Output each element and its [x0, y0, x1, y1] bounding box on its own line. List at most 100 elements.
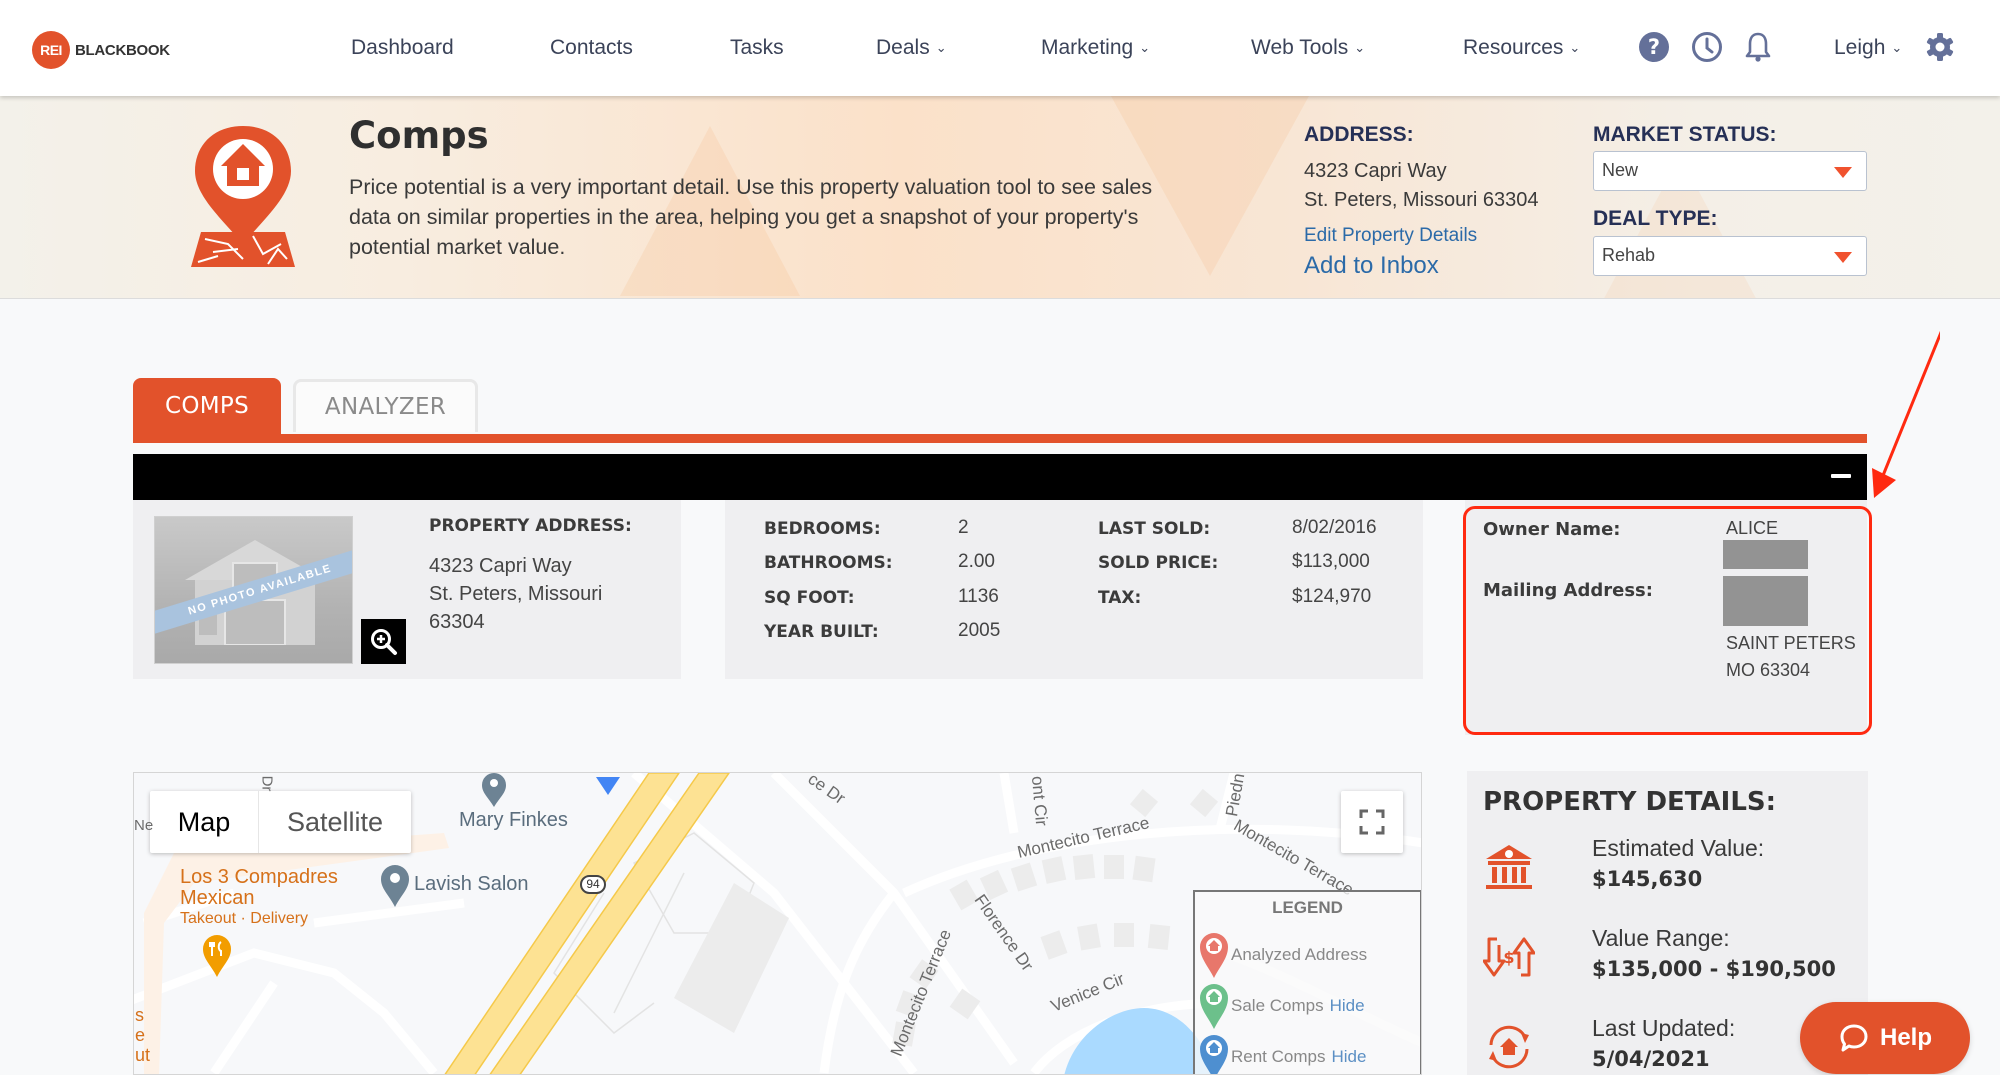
- chevron-down-icon: ⌄: [1139, 40, 1151, 55]
- nav-deals[interactable]: Deals ⌄: [876, 36, 947, 60]
- mailing-city: SAINT PETERS: [1726, 633, 1856, 653]
- bedrooms-value: 2: [958, 517, 969, 538]
- estimated-value-label: Estimated Value:: [1592, 835, 1765, 861]
- map-label-mary-finkes[interactable]: Mary Finkes: [459, 809, 568, 832]
- address-label: ADDRESS:: [1304, 123, 1414, 146]
- property-address-line: St. Peters, Missouri: [429, 583, 603, 605]
- user-name: Leigh: [1834, 36, 1886, 59]
- street-label: ont Cir: [1027, 775, 1052, 827]
- bank-value-icon: [1486, 845, 1532, 889]
- dropdown-arrow-icon: [1834, 167, 1852, 178]
- fullscreen-button[interactable]: [1341, 791, 1403, 853]
- restaurant-name: Mexican: [180, 887, 255, 909]
- restaurant-pin-icon[interactable]: [201, 933, 233, 979]
- redacted-block: [1723, 540, 1808, 569]
- nav-web-tools[interactable]: Web Tools ⌄: [1251, 36, 1365, 60]
- nav-tasks[interactable]: Tasks: [730, 36, 784, 60]
- zoom-in-icon: [370, 628, 397, 655]
- nav-label: Tasks: [730, 36, 784, 59]
- section-header-bar: [133, 454, 1867, 500]
- page-description: Price potential is a very important deta…: [349, 175, 1153, 259]
- poi-pin-icon[interactable]: [379, 863, 411, 909]
- tax-label: TAX:: [1098, 588, 1142, 608]
- history-clock-icon[interactable]: [1690, 30, 1724, 64]
- nav-label: Resources: [1463, 36, 1564, 59]
- value-range: $135,000 - $190,500: [1592, 957, 1836, 981]
- hide-rent-comps-link[interactable]: Hide: [1331, 1047, 1366, 1067]
- property-address: 4323 Capri Way St. Peters, Missouri 6330…: [429, 552, 602, 636]
- property-address-line: 63304: [429, 611, 485, 633]
- house-location-pin-map-icon: [191, 126, 295, 267]
- help-icon[interactable]: ?: [1637, 30, 1671, 64]
- value-range-label: Value Range:: [1592, 925, 1730, 951]
- legend-label: Analyzed Address: [1231, 945, 1368, 964]
- property-address-line: 4323 Capri Way: [429, 555, 572, 577]
- partial-text: s: [135, 1005, 144, 1025]
- annotation-arrow: [1872, 330, 1940, 498]
- owner-name-label: Owner Name:: [1483, 519, 1621, 540]
- photo-zoom-button[interactable]: [361, 619, 406, 664]
- tab-underline: [133, 434, 1867, 443]
- legend-label: Sale Comps: [1231, 996, 1324, 1015]
- map-type-map-button[interactable]: Map: [150, 791, 259, 853]
- tab-analyzer[interactable]: ANALYZER: [293, 379, 478, 432]
- map-type-control: Map Satellite: [150, 791, 411, 853]
- map-label-lavish-salon[interactable]: Lavish Salon: [414, 873, 529, 896]
- sold-price-label: SOLD PRICE:: [1098, 553, 1219, 573]
- nav-dashboard[interactable]: Dashboard: [351, 36, 454, 60]
- nav-label: Marketing: [1041, 36, 1134, 59]
- gear-icon[interactable]: [1923, 30, 1957, 64]
- last-sold-value: 8/02/2016: [1292, 517, 1377, 538]
- deal-type-value: Rehab: [1602, 245, 1656, 265]
- user-menu[interactable]: Leigh ⌄: [1834, 36, 1902, 60]
- owner-name-value: ALICE: [1726, 518, 1779, 538]
- property-photo-placeholder: NO PHOTO AVAILABLE: [154, 516, 353, 664]
- nav-label: Contacts: [550, 36, 633, 59]
- fullscreen-icon: [1359, 809, 1385, 835]
- market-status-select[interactable]: New: [1593, 151, 1867, 191]
- mailing-address-label: Mailing Address:: [1483, 580, 1653, 601]
- last-updated: 5/04/2021: [1592, 1047, 1710, 1071]
- collapse-minus-icon[interactable]: [1831, 474, 1851, 478]
- help-chat-button[interactable]: Help: [1800, 1002, 1970, 1074]
- nav-resources[interactable]: Resources ⌄: [1463, 36, 1580, 60]
- page-header-banner: Comps Price potential is a very importan…: [0, 96, 2000, 299]
- map-label-partial: s e ut: [135, 1005, 150, 1065]
- chevron-down-icon: ⌄: [1891, 40, 1903, 55]
- market-status-value: New: [1602, 160, 1639, 180]
- partial-text: ut: [135, 1045, 151, 1065]
- nav-label: Web Tools: [1251, 36, 1349, 59]
- sq-foot-value: 1136: [958, 586, 999, 607]
- sold-price-value: $113,000: [1292, 551, 1370, 572]
- map-type-satellite-button[interactable]: Satellite: [259, 791, 411, 853]
- partial-text: e: [135, 1025, 146, 1045]
- map-label-restaurant[interactable]: Los 3 Compadres Mexican Takeout · Delive…: [180, 867, 338, 929]
- redacted-block: [1723, 576, 1808, 626]
- nav-contacts[interactable]: Contacts: [550, 36, 633, 60]
- edit-property-details-link[interactable]: Edit Property Details: [1304, 225, 1477, 247]
- rei-blackbook-logo[interactable]: REI BLACKBOOK: [32, 31, 170, 69]
- sale-comps-pin-icon: [1200, 984, 1228, 1029]
- restaurant-name: Los 3 Compadres: [180, 866, 338, 888]
- tab-comps[interactable]: COMPS: [133, 378, 281, 434]
- map-legend: LEGEND Analyzed Address Sale Comps Hide …: [1193, 890, 1421, 1074]
- address-line-1: 4323 Capri Way: [1304, 160, 1447, 182]
- nav-marketing[interactable]: Marketing ⌄: [1041, 36, 1150, 60]
- restaurant-subtitle: Takeout · Delivery: [180, 910, 309, 927]
- hide-sale-comps-link[interactable]: Hide: [1330, 996, 1365, 1016]
- notification-bell-icon[interactable]: [1741, 30, 1775, 64]
- dropdown-arrow-icon: [1834, 252, 1852, 263]
- legend-label: Rent Comps: [1231, 1047, 1326, 1066]
- nav-label: Dashboard: [351, 36, 454, 59]
- svg-text:?: ?: [1648, 35, 1660, 59]
- chevron-down-icon: ⌄: [1569, 40, 1581, 55]
- add-to-inbox-link[interactable]: Add to Inbox: [1304, 252, 1439, 280]
- legend-item-sale-comps: Sale Comps Hide: [1197, 981, 1365, 1031]
- deal-type-select[interactable]: Rehab: [1593, 236, 1867, 276]
- legend-title: LEGEND: [1272, 898, 1343, 917]
- tax-value: $124,970: [1292, 586, 1372, 607]
- value-range-arrows-icon: $: [1483, 937, 1535, 977]
- comps-map[interactable]: Map Satellite Mary Finkes Lavish Salon L…: [133, 772, 1422, 1075]
- address-line-2: St. Peters, Missouri 63304: [1304, 189, 1539, 211]
- rent-comps-pin-icon: [1200, 1035, 1228, 1074]
